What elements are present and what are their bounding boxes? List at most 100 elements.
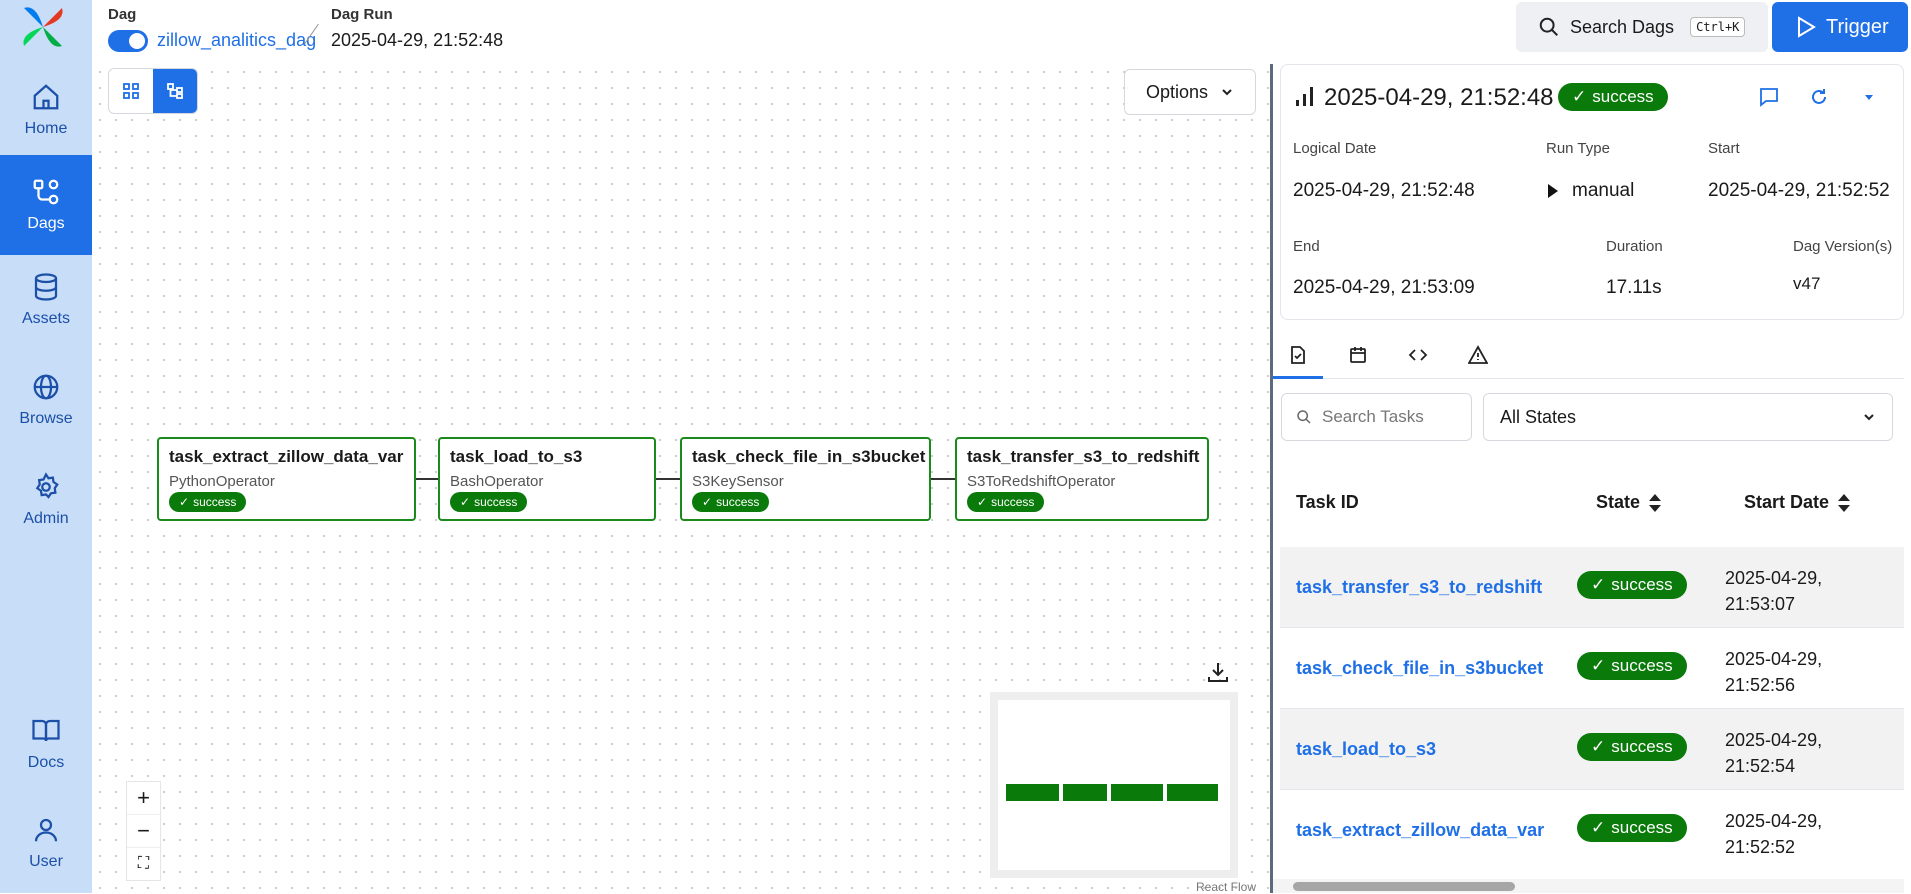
logical-date-value: 2025-04-29, 21:52:48 (1293, 180, 1475, 201)
chevron-down-icon (1222, 89, 1232, 96)
start-date-line: 21:53:07 (1725, 594, 1796, 614)
start-date-line: 21:52:54 (1725, 756, 1796, 776)
warning-icon (1468, 345, 1488, 364)
check-icon: ✓ (1591, 575, 1606, 594)
search-dags-button[interactable]: Search Dags Ctrl+K (1516, 2, 1768, 52)
task-id-link[interactable]: task_extract_zillow_data_var (1296, 820, 1544, 841)
column-header-task-id[interactable]: Task ID (1296, 492, 1359, 513)
status-badge-label: success (991, 495, 1035, 509)
task-node-operator: S3KeySensor (692, 473, 784, 490)
status-badge-label: success (1592, 87, 1654, 106)
sort-icon (1838, 493, 1851, 512)
column-header-label: Task ID (1296, 492, 1359, 512)
status-badge: ✓ success (692, 492, 770, 512)
play-icon (1798, 16, 1816, 38)
minimap-viewport (998, 700, 1230, 870)
status-badge: ✓ success (967, 492, 1045, 512)
task-node-name: task_load_to_s3 (450, 447, 583, 466)
zoom-in-button[interactable]: + (127, 782, 160, 815)
start-date-line: 2025-04-29, (1725, 730, 1823, 750)
react-flow-attribution[interactable]: React Flow (1196, 880, 1256, 894)
sidebar-item-dags[interactable]: Dags (0, 155, 92, 255)
column-header-start-date[interactable]: Start Date (1744, 492, 1851, 513)
task-node[interactable]: task_check_file_in_s3bucket S3KeySensor … (680, 437, 931, 521)
minimap[interactable] (990, 692, 1238, 878)
graph-icon (167, 83, 183, 99)
table-row[interactable]: task_extract_zillow_data_var ✓ success 20… (1280, 790, 1904, 876)
search-icon (1539, 17, 1558, 36)
start-date-cell: 2025-04-29, 21:52:56 (1725, 646, 1822, 698)
database-icon (34, 273, 58, 301)
check-icon: ✓ (1591, 656, 1606, 675)
trigger-button[interactable]: Trigger (1772, 2, 1908, 52)
status-badge: ✓ success (1577, 733, 1687, 761)
panel-resize-handle[interactable] (1270, 64, 1273, 893)
breadcrumb-dag-label: Dag (108, 6, 137, 23)
tab-events[interactable] (1333, 334, 1383, 376)
status-badge: ✓ success (1577, 652, 1687, 680)
refresh-icon[interactable] (1808, 86, 1830, 108)
sidebar-item-admin[interactable]: Admin (0, 450, 92, 550)
scrollbar-thumb[interactable] (1293, 882, 1515, 891)
task-node[interactable]: task_load_to_s3 BashOperator ✓ success (438, 437, 656, 521)
dag-pause-toggle[interactable] (108, 30, 148, 52)
task-id-link[interactable]: task_check_file_in_s3bucket (1296, 658, 1543, 679)
zoom-controls: + − ⛶ (126, 781, 161, 881)
run-tabs (1273, 334, 1904, 379)
breadcrumb-dag-link[interactable]: zillow_analitics_dag (157, 30, 316, 51)
sidebar-item-user[interactable]: User (0, 793, 92, 893)
sidebar-item-assets[interactable]: Assets (0, 250, 92, 350)
horizontal-scrollbar[interactable] (1273, 879, 1904, 893)
sidebar-item-label: Admin (23, 510, 69, 527)
status-badge-label: success (1611, 737, 1673, 756)
fit-view-button[interactable]: ⛶ (127, 848, 160, 880)
table-row[interactable]: task_check_file_in_s3bucket ✓ success 202… (1280, 628, 1904, 709)
options-button[interactable]: Options (1124, 69, 1256, 115)
zoom-out-button[interactable]: − (127, 815, 160, 848)
globe-icon (33, 374, 59, 400)
graph-edge (416, 478, 438, 480)
chevron-down-icon (1864, 414, 1874, 421)
check-icon: ✓ (1572, 87, 1587, 106)
note-icon[interactable] (1758, 86, 1780, 108)
start-date-line: 2025-04-29, (1725, 568, 1823, 588)
task-node-operator: PythonOperator (169, 473, 275, 490)
table-row[interactable]: task_transfer_s3_to_redshift ✓ success 20… (1280, 547, 1904, 628)
airflow-logo[interactable] (18, 2, 68, 52)
column-header-label: State (1596, 492, 1641, 512)
column-header-state[interactable]: State (1596, 492, 1662, 513)
search-tasks-input[interactable]: Search Tasks (1281, 393, 1472, 441)
state-filter-select[interactable]: All States (1483, 393, 1893, 441)
dag-version-label: Dag Version(s) (1793, 238, 1893, 255)
status-badge: ✓ success (1577, 814, 1687, 842)
tab-code[interactable] (1393, 334, 1443, 376)
duration-value: 17.11s (1606, 277, 1662, 298)
task-node[interactable]: task_extract_zillow_data_var PythonOpera… (157, 437, 416, 521)
sidebar-item-label: Dags (27, 215, 65, 232)
sidebar-item-label: Home (24, 120, 68, 137)
graph-view-button[interactable] (153, 69, 197, 113)
sidebar-item-browse[interactable]: Browse (0, 350, 92, 450)
start-date-cell: 2025-04-29, 21:52:54 (1725, 727, 1822, 779)
sidebar-item-docs[interactable]: Docs (0, 694, 92, 794)
status-badge: ✓ success (169, 492, 247, 512)
book-icon (32, 719, 60, 742)
gear-icon (35, 472, 59, 499)
tab-task-instances[interactable] (1273, 334, 1323, 379)
download-icon[interactable] (1206, 660, 1230, 684)
state-filter-value: All States (1500, 406, 1577, 427)
sidebar-item-label: Assets (21, 310, 70, 327)
task-id-link[interactable]: task_load_to_s3 (1296, 739, 1436, 760)
sidebar-item-home[interactable]: Home (0, 60, 92, 160)
check-icon: ✓ (179, 495, 190, 509)
caret-down-icon[interactable] (1858, 86, 1880, 108)
start-date-cell: 2025-04-29, 21:52:52 (1725, 808, 1822, 860)
task-id-link[interactable]: task_transfer_s3_to_redshift (1296, 577, 1542, 598)
calendar-icon (1350, 347, 1366, 363)
task-node[interactable]: task_transfer_s3_to_redshift S3ToRedshif… (955, 437, 1209, 521)
check-icon: ✓ (1591, 818, 1606, 837)
table-row[interactable]: task_load_to_s3 ✓ success 2025-04-29, 21:5… (1280, 709, 1904, 790)
sidebar-item-label: User (29, 853, 63, 870)
tab-warnings[interactable] (1453, 334, 1503, 376)
grid-view-button[interactable] (109, 69, 153, 113)
